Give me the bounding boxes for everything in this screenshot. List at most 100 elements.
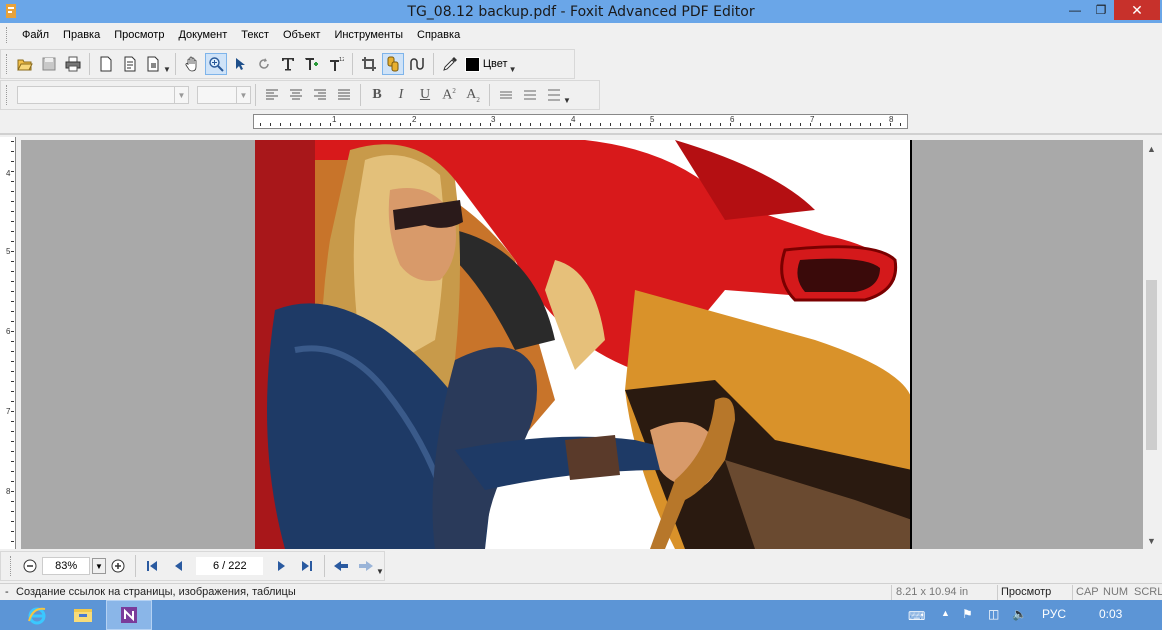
ruler-tick bbox=[11, 291, 14, 292]
menu-text[interactable]: Текст bbox=[234, 29, 276, 41]
ruler-number: 7 bbox=[6, 407, 11, 416]
last-page-button[interactable] bbox=[298, 556, 317, 576]
eyedropper-button[interactable] bbox=[439, 53, 461, 75]
add-text-button[interactable] bbox=[301, 53, 323, 75]
align-left-button[interactable] bbox=[261, 84, 283, 106]
justify-button[interactable] bbox=[333, 84, 355, 106]
taskbar-ie[interactable] bbox=[14, 600, 60, 630]
menu-help[interactable]: Справка bbox=[410, 29, 467, 41]
pdf-page[interactable] bbox=[255, 140, 912, 549]
print-button[interactable] bbox=[62, 53, 84, 75]
color-button[interactable]: Цвет bbox=[462, 53, 512, 75]
status-bar: - Создание ссылок на страницы, изображен… bbox=[0, 583, 1162, 600]
explorer-icon bbox=[74, 609, 92, 622]
subscript-icon: A2 bbox=[466, 86, 480, 104]
first-page-button[interactable] bbox=[143, 556, 162, 576]
vertical-scrollbar[interactable]: ▲ ▼ bbox=[1143, 140, 1160, 549]
line-spacing-2-button[interactable] bbox=[519, 84, 541, 106]
taskbar-onenote[interactable] bbox=[106, 600, 152, 630]
menu-edit[interactable]: Правка bbox=[56, 29, 107, 41]
taskbar-explorer[interactable] bbox=[60, 600, 106, 630]
line-spacing-3-button[interactable] bbox=[543, 84, 565, 106]
superscript-button[interactable]: A2 bbox=[438, 84, 460, 106]
menu-file[interactable]: Файл bbox=[15, 29, 56, 41]
close-button[interactable]: ✕ bbox=[1114, 0, 1160, 20]
font-size-select[interactable]: ▼ bbox=[197, 86, 251, 104]
bold-button[interactable]: B bbox=[366, 84, 388, 106]
align-center-icon bbox=[290, 89, 302, 100]
ruler-tick bbox=[500, 123, 501, 126]
flag-icon[interactable]: ⚑ bbox=[962, 607, 973, 621]
zoom-out-button[interactable] bbox=[20, 556, 39, 576]
save-button[interactable] bbox=[38, 53, 60, 75]
ruler-tick bbox=[11, 521, 14, 522]
forward-button[interactable] bbox=[357, 556, 376, 576]
zoom-in-button[interactable] bbox=[109, 556, 128, 576]
page-button[interactable] bbox=[119, 53, 141, 75]
maximize-button[interactable]: ❐ bbox=[1088, 0, 1114, 20]
menu-view[interactable]: Просмотр bbox=[107, 29, 171, 41]
italic-button[interactable]: I bbox=[390, 84, 412, 106]
previous-page-button[interactable] bbox=[168, 556, 187, 576]
scroll-up-icon[interactable]: ▲ bbox=[1143, 140, 1160, 157]
scroll-down-icon[interactable]: ▼ bbox=[1143, 532, 1160, 549]
clock[interactable]: 0:03 bbox=[1099, 607, 1122, 621]
font-family-select[interactable]: ▼ bbox=[17, 86, 189, 104]
zoom-input[interactable]: 83% bbox=[42, 557, 91, 575]
chevron-down-icon[interactable]: ▼ bbox=[92, 558, 106, 574]
document-workspace[interactable] bbox=[21, 140, 1143, 549]
chevron-down-icon[interactable]: ▼ bbox=[376, 567, 384, 576]
title-bar: TG_08.12 backup.pdf - Foxit Advanced PDF… bbox=[0, 0, 1162, 23]
chevron-down-icon[interactable]: ▼ bbox=[163, 65, 171, 74]
ruler-tick bbox=[11, 351, 14, 352]
align-left-icon bbox=[266, 89, 278, 100]
ruler-tick bbox=[11, 491, 14, 492]
ruler-tick bbox=[390, 123, 391, 126]
volume-icon[interactable]: 🔈 bbox=[1012, 607, 1027, 621]
list-icon bbox=[500, 91, 512, 99]
italic-icon: I bbox=[398, 87, 404, 102]
new-page-button[interactable] bbox=[95, 53, 117, 75]
page-insert-button[interactable] bbox=[143, 53, 165, 75]
show-hidden-icons-icon[interactable]: ▲ bbox=[941, 608, 950, 618]
link-tool-button[interactable] bbox=[381, 53, 404, 75]
text-format-button[interactable]: 123 bbox=[325, 53, 347, 75]
language-indicator[interactable]: РУС bbox=[1042, 607, 1066, 621]
scrollbar-thumb[interactable] bbox=[1146, 280, 1157, 450]
minimize-button[interactable]: — bbox=[1062, 0, 1088, 20]
select-tool-button[interactable] bbox=[229, 53, 251, 75]
network-icon[interactable]: ◫ bbox=[988, 607, 999, 621]
ruler-tick bbox=[530, 123, 531, 126]
page-photo[interactable] bbox=[255, 140, 912, 549]
menu-object[interactable]: Объект bbox=[276, 29, 327, 41]
subscript-button[interactable]: A2 bbox=[462, 84, 484, 106]
chevron-down-icon: ▼ bbox=[174, 87, 188, 103]
ruler-tick bbox=[260, 123, 261, 126]
align-center-button[interactable] bbox=[285, 84, 307, 106]
back-button[interactable] bbox=[332, 556, 351, 576]
open-button[interactable] bbox=[14, 53, 36, 75]
menu-document[interactable]: Документ bbox=[171, 29, 234, 41]
page-number-input[interactable]: 6 / 222 bbox=[196, 557, 264, 575]
ruler-number: 8 bbox=[6, 487, 11, 496]
chevron-down-icon[interactable]: ▼ bbox=[509, 65, 517, 74]
line-spacing-1-button[interactable] bbox=[495, 84, 517, 106]
next-page-button[interactable] bbox=[272, 556, 291, 576]
ruler-tick bbox=[430, 123, 431, 126]
superscript-icon: A2 bbox=[442, 86, 456, 103]
crop-button[interactable] bbox=[358, 53, 380, 75]
chevron-down-icon[interactable]: ▼ bbox=[563, 96, 571, 105]
keyboard-icon[interactable]: ⌨ bbox=[908, 609, 925, 623]
text-tool-button[interactable] bbox=[277, 53, 299, 75]
toolbar-grip bbox=[10, 556, 13, 576]
rotate-button[interactable] bbox=[253, 53, 275, 75]
menu-tools[interactable]: Инструменты bbox=[327, 29, 410, 41]
ruler-tick bbox=[720, 123, 721, 126]
path-tool-button[interactable] bbox=[406, 53, 428, 75]
hand-tool-button[interactable] bbox=[181, 53, 203, 75]
ruler-tick bbox=[400, 123, 401, 126]
ruler-tick bbox=[11, 401, 14, 402]
align-right-button[interactable] bbox=[309, 84, 331, 106]
zoom-tool-button[interactable] bbox=[204, 53, 227, 75]
underline-button[interactable]: U bbox=[414, 84, 436, 106]
